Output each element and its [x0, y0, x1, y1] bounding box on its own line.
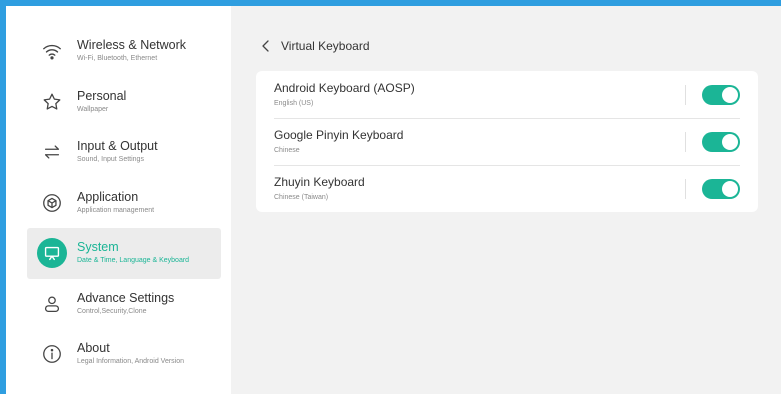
sidebar-item-title: Input & Output — [77, 139, 158, 154]
sidebar: Wireless & Network Wi-Fi, Bluetooth, Eth… — [6, 6, 231, 394]
keyboard-toggle[interactable] — [702, 179, 740, 199]
page-header: Virtual Keyboard — [261, 39, 370, 53]
sidebar-item-subtitle: Date & Time, Language & Keyboard — [77, 257, 190, 265]
sidebar-item-subtitle: Wallpaper — [77, 105, 109, 113]
page-title: Virtual Keyboard — [281, 39, 370, 53]
swap-arrows-icon — [39, 139, 65, 165]
list-item: Google Pinyin Keyboard Chinese — [274, 118, 740, 165]
sidebar-item-about[interactable]: About Legal Information, Android Version — [27, 329, 221, 380]
sidebar-item-subtitle: Legal Information, Android Version — [77, 358, 185, 366]
keyboard-language: Chinese (Taiwan) — [274, 194, 329, 201]
divider — [685, 179, 686, 199]
sidebar-item-subtitle: Control,Security,Clone — [77, 307, 147, 315]
toggle-knob — [722, 86, 738, 103]
chevron-left-icon — [262, 40, 269, 52]
divider — [685, 132, 686, 152]
monitor-icon — [37, 238, 67, 269]
keyboard-toggle[interactable] — [702, 132, 740, 152]
main-content: Virtual Keyboard Android Keyboard (AOSP)… — [231, 6, 781, 394]
keyboard-name: Android Keyboard (AOSP) — [274, 80, 415, 95]
sidebar-item-title: Wireless & Network — [77, 38, 187, 53]
sidebar-item-subtitle: Wi-Fi, Bluetooth, Ethernet — [77, 55, 158, 63]
divider — [685, 84, 686, 105]
settings-window: Wireless & Network Wi-Fi, Bluetooth, Eth… — [6, 6, 781, 394]
keyboard-list: Android Keyboard (AOSP) English (US) Goo… — [256, 71, 758, 212]
sidebar-item-title: About — [77, 341, 110, 356]
keyboard-language: English (US) — [274, 99, 314, 107]
sidebar-item-application[interactable]: Application Application management — [27, 178, 221, 229]
sidebar-item-title: System — [77, 240, 119, 255]
back-button[interactable] — [261, 39, 275, 53]
info-icon — [39, 341, 65, 367]
sidebar-item-subtitle: Application management — [77, 206, 155, 214]
keyboard-name: Google Pinyin Keyboard — [274, 128, 404, 142]
sidebar-item-advance-settings[interactable]: Advance Settings Control,Security,Clone — [27, 279, 221, 330]
toggle-knob — [722, 181, 738, 197]
sidebar-item-title: Advance Settings — [77, 290, 175, 305]
toggle-knob — [722, 134, 738, 150]
keyboard-toggle[interactable] — [702, 84, 740, 105]
sidebar-item-subtitle: Sound, Input Settings — [77, 156, 144, 164]
keyboard-language: Chinese — [274, 147, 300, 154]
sidebar-item-wireless-network[interactable]: Wireless & Network Wi-Fi, Bluetooth, Eth… — [27, 26, 221, 77]
star-icon — [39, 89, 65, 115]
sidebar-item-system[interactable]: System Date & Time, Language & Keyboard — [27, 228, 221, 279]
sidebar-item-personal[interactable]: Personal Wallpaper — [27, 77, 221, 128]
keyboard-name: Zhuyin Keyboard — [274, 175, 365, 189]
wifi-icon — [39, 38, 65, 64]
list-item: Zhuyin Keyboard Chinese (Taiwan) — [274, 165, 740, 212]
person-icon — [39, 291, 65, 317]
cube-icon — [39, 190, 65, 216]
sidebar-item-title: Personal — [77, 88, 127, 103]
list-item: Android Keyboard (AOSP) English (US) — [274, 71, 740, 118]
sidebar-item-input-output[interactable]: Input & Output Sound, Input Settings — [27, 127, 221, 178]
sidebar-item-title: Application — [77, 189, 139, 204]
